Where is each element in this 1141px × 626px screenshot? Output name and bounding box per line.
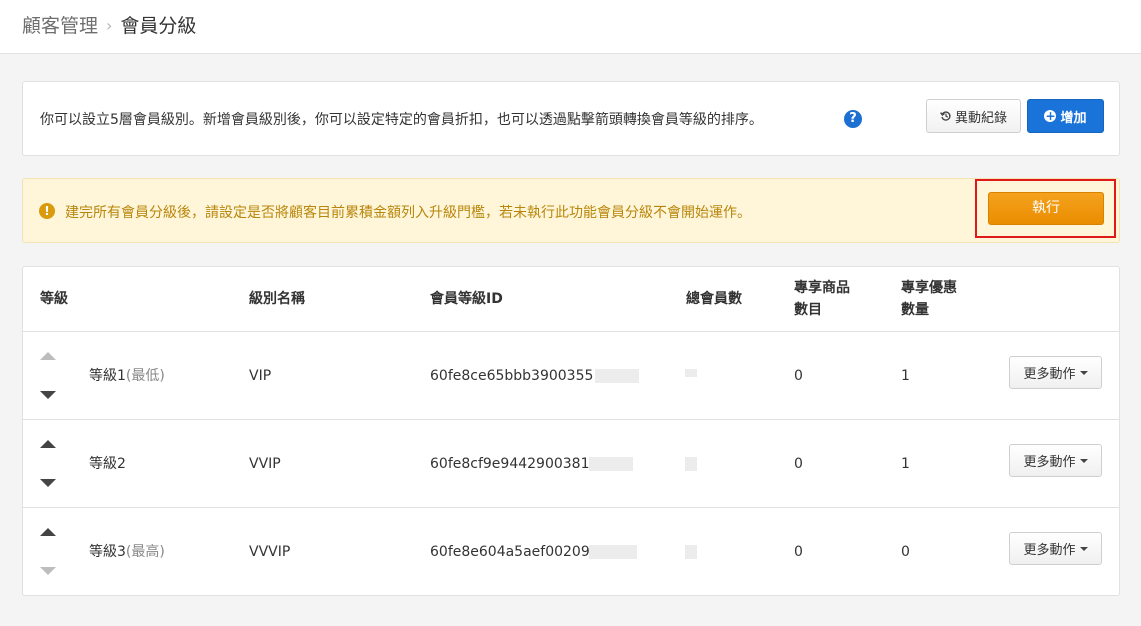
caret-down-icon [1079, 546, 1088, 551]
info-text: 你可以設立5層會員級別。新增會員級別後，你可以設定特定的會員折扣，也可以透過點擊… [40, 112, 763, 128]
caret-down-icon [1079, 370, 1088, 375]
more-actions-label: 更多動作 [1023, 367, 1076, 382]
redacted-id-suffix [589, 457, 633, 471]
help-icon[interactable]: ? [844, 110, 862, 128]
warning-icon: ! [39, 203, 55, 219]
level-label: 等級1 [89, 368, 126, 384]
change-log-label: 異動紀錄 [954, 110, 1007, 126]
breadcrumb-separator: › [106, 16, 113, 35]
page-title: 會員分級 [120, 15, 197, 37]
header-products: 專享商品 數目 [794, 277, 850, 321]
level-note: (最高) [125, 544, 165, 560]
history-icon [940, 111, 951, 121]
breadcrumb-parent-link[interactable]: 顧客管理 [22, 14, 98, 38]
move-down-arrow-icon [40, 567, 56, 575]
warning-text: 建完所有會員分級後，請設定是否將顧客目前累積金額列入升級門檻，若未執行此功能會員… [65, 205, 751, 221]
level-cell: 等級2 [89, 454, 126, 474]
level-id: 60fe8e604a5aef00209 [430, 544, 590, 560]
level-label: 等級3 [89, 544, 126, 560]
move-down-arrow-icon[interactable] [40, 479, 56, 487]
more-actions-label: 更多動作 [1023, 543, 1076, 558]
header-offers: 專享優惠 數量 [901, 277, 957, 321]
redacted-member-count [685, 457, 697, 471]
top-bar: 顧客管理 › 會員分級 [0, 0, 1141, 54]
level-name: VVVIP [249, 544, 291, 560]
plus-circle-icon: + [1044, 109, 1057, 123]
offer-count: 0 [901, 544, 910, 560]
warning-banner: ! 建完所有會員分級後，請設定是否將顧客目前累積金額列入升級門檻，若未執行此功能… [22, 178, 1120, 243]
more-actions-label: 更多動作 [1023, 455, 1076, 470]
run-button[interactable]: 執行 [988, 192, 1104, 225]
header-offers-line1: 專享優惠 [901, 280, 957, 296]
caret-down-icon [1079, 458, 1088, 463]
product-count: 0 [794, 368, 803, 384]
level-cell: 等級1(最低) [89, 366, 165, 386]
level-id: 60fe8ce65bbb3900355 [430, 368, 594, 384]
level-label: 等級2 [89, 456, 126, 472]
offer-count: 1 [901, 368, 910, 384]
level-name: VIP [249, 368, 272, 384]
level-cell: 等級3(最高) [89, 542, 165, 562]
header-products-line1: 專享商品 [794, 280, 850, 296]
product-count: 0 [794, 544, 803, 560]
offer-count: 1 [901, 456, 910, 472]
header-id: 會員等級ID [430, 291, 503, 307]
breadcrumb: 顧客管理 › 會員分級 [22, 14, 196, 38]
add-level-button[interactable]: + 增加 [1027, 99, 1104, 133]
info-panel: 你可以設立5層會員級別。新增會員級別後，你可以設定特定的會員折扣，也可以透過點擊… [22, 81, 1120, 156]
header-products-line2: 數目 [794, 302, 822, 318]
redacted-id-suffix [595, 369, 639, 383]
redacted-member-count [685, 545, 697, 559]
move-up-arrow-icon [40, 352, 56, 360]
table-header: 等級 級別名稱 會員等級ID 總會員數 專享商品 數目 專享優惠 數量 [23, 267, 1119, 332]
more-actions-button[interactable]: 更多動作 [1009, 532, 1102, 565]
levels-table: 等級 級別名稱 會員等級ID 總會員數 專享商品 數目 專享優惠 數量 等級1(… [22, 266, 1120, 596]
level-name: VVIP [249, 456, 281, 472]
level-note: (最低) [125, 368, 165, 384]
more-actions-button[interactable]: 更多動作 [1009, 444, 1102, 477]
move-up-arrow-icon[interactable] [40, 528, 56, 536]
redacted-id-suffix [589, 545, 637, 559]
add-level-label: 增加 [1060, 110, 1087, 126]
table-row: 等級3(最高) VVVIP 60fe8e604a5aef00209 0 0 更多… [23, 508, 1119, 596]
change-log-button[interactable]: 異動紀錄 [926, 99, 1021, 133]
move-down-arrow-icon[interactable] [40, 391, 56, 399]
table-row: 等級1(最低) VIP 60fe8ce65bbb3900355 0 1 更多動作 [23, 332, 1119, 420]
header-name: 級別名稱 [249, 291, 305, 307]
level-id: 60fe8cf9e9442900381 [430, 456, 590, 472]
redacted-member-count [685, 369, 697, 377]
table-row: 等級2 VVIP 60fe8cf9e9442900381 0 1 更多動作 [23, 420, 1119, 508]
product-count: 0 [794, 456, 803, 472]
more-actions-button[interactable]: 更多動作 [1009, 356, 1102, 389]
move-up-arrow-icon[interactable] [40, 440, 56, 448]
header-offers-line2: 數量 [901, 302, 929, 318]
header-level: 等級 [40, 291, 68, 307]
header-members: 總會員數 [686, 291, 742, 307]
